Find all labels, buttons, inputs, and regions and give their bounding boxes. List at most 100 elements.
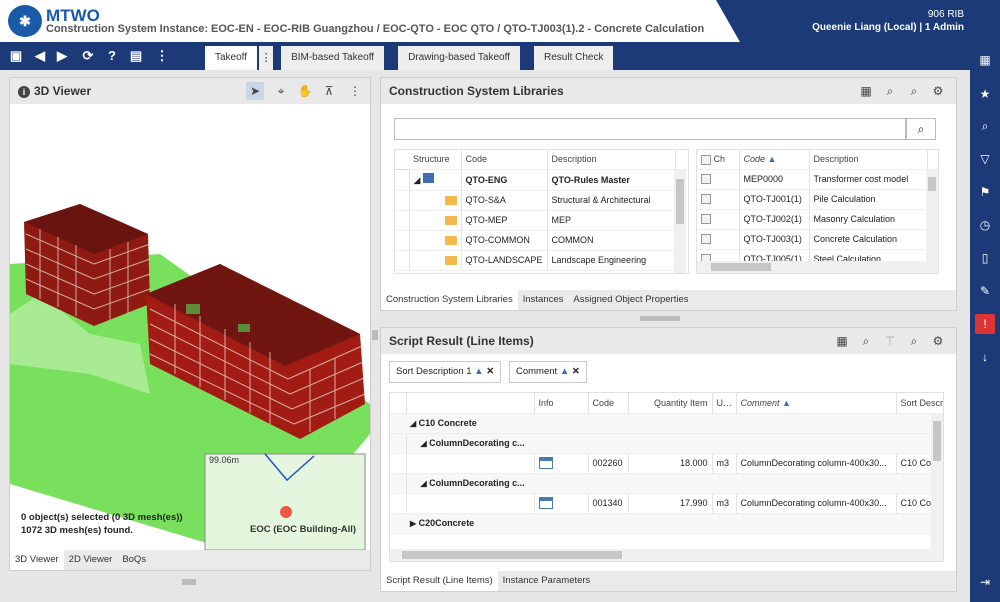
tab-result-check[interactable]: Result Check	[534, 46, 614, 70]
tree-row[interactable]: ◢ QTO-ENG QTO-Rules Master	[395, 169, 676, 191]
search-button[interactable]: ⌕	[906, 118, 936, 140]
tree-row[interactable]: QTO-COMMON COMMON	[395, 230, 676, 251]
tree-row[interactable]: QTO-S&A Structural & Architectural	[395, 190, 676, 211]
item-row[interactable]: MEP0000 Transformer cost model	[697, 169, 928, 190]
col-code[interactable]: Code	[461, 150, 548, 170]
col-comment[interactable]: Comment ▲	[736, 393, 897, 414]
row-checkbox[interactable]	[701, 194, 711, 205]
item-row[interactable]: QTO-TJ002(1) Masonry Calculation	[697, 209, 928, 230]
row-code: QTO-COMMON	[461, 230, 548, 251]
col-code[interactable]: Code	[588, 393, 629, 414]
folder-icon	[444, 236, 457, 246]
clock-icon[interactable]: ◷	[975, 215, 995, 235]
wand-icon[interactable]: ✎	[975, 281, 995, 301]
alert-icon[interactable]: !	[975, 314, 995, 334]
horizontal-splitter-handle[interactable]	[640, 316, 680, 321]
tab-drawing-takeoff[interactable]: Drawing-based Takeoff	[398, 46, 520, 70]
subgroup-row[interactable]: ◢ ColumnDecorating c...	[390, 473, 943, 494]
tab-assigned-properties[interactable]: Assigned Object Properties	[568, 290, 693, 310]
row-desc: Transformer cost model	[809, 169, 928, 190]
viewer-menu-icon[interactable]: ⋮	[346, 82, 364, 100]
layout-icon[interactable]: ▦	[833, 332, 851, 350]
download-icon[interactable]: ↓	[975, 347, 995, 367]
group-chip-comment[interactable]: Comment ▲ ✕	[509, 361, 587, 383]
help-icon[interactable]: ?	[102, 46, 122, 66]
items-vscrollbar[interactable]	[926, 169, 938, 261]
viewer-title-bar: i 3D Viewer	[10, 78, 370, 104]
select-all-checkbox[interactable]	[701, 154, 711, 165]
row-checkbox[interactable]	[701, 214, 711, 225]
quickstart-icon[interactable]: ▦	[975, 50, 995, 70]
col-uom[interactable]: UoM	[712, 393, 737, 414]
tab-takeoff[interactable]: Takeoff	[205, 46, 258, 70]
format-icon[interactable]: ⊤	[881, 332, 899, 350]
col-sort-description[interactable]: Sort Description	[896, 393, 943, 414]
tab-2d-viewer[interactable]: 2D Viewer	[64, 550, 118, 570]
document-icon[interactable]: ▯	[975, 248, 995, 268]
filter-icon[interactable]: ▽	[975, 149, 995, 169]
save-icon[interactable]: ▣	[6, 46, 26, 66]
tab-bim-takeoff[interactable]: BIM-based Takeoff	[281, 46, 385, 70]
group-row[interactable]: ▶ C20Concrete	[390, 513, 943, 534]
vertical-splitter-handle[interactable]	[372, 330, 378, 340]
back-icon[interactable]: ◀	[30, 46, 50, 66]
tab-menu-icon[interactable]: ⋮	[259, 46, 274, 70]
layout-icon[interactable]: ▦	[857, 82, 875, 100]
group-chip-sort[interactable]: Sort Description 1 ▲ ✕	[389, 361, 502, 383]
row-checkbox[interactable]	[701, 174, 711, 185]
gear-icon[interactable]: ⚙	[929, 82, 947, 100]
table-row[interactable]: 001340 17.990 m3 ColumnDecorating column…	[390, 493, 943, 514]
film-icon[interactable]: ▤	[126, 46, 146, 66]
col-code-sorted[interactable]: Code ▲	[739, 150, 810, 170]
table-row[interactable]: 002260 18.000 m3 ColumnDecorating column…	[390, 453, 943, 474]
library-search-input[interactable]	[394, 118, 906, 140]
col-structure[interactable]: Structure	[409, 150, 462, 170]
tab-script-result[interactable]: Script Result (Line Items)	[381, 571, 498, 591]
bottom-splitter-handle[interactable]	[182, 579, 196, 585]
view-search-icon[interactable]: ⌕	[857, 332, 875, 350]
search-icon[interactable]: ⌕	[975, 116, 995, 136]
gear-icon[interactable]: ⚙	[929, 332, 947, 350]
row-uom: m3	[712, 493, 737, 514]
pan-icon[interactable]: ✋	[296, 82, 314, 100]
items-hscrollbar[interactable]	[697, 261, 938, 273]
group-row[interactable]: ◢ C10 Concrete	[390, 413, 943, 434]
refresh-icon[interactable]: ⟳	[78, 46, 98, 66]
search-icon[interactable]: ⌕	[905, 332, 923, 350]
item-row[interactable]: QTO-TJ001(1) Pile Calculation	[697, 189, 928, 210]
row-desc: Concrete Calculation	[809, 229, 928, 250]
tab-3d-viewer[interactable]: 3D Viewer	[10, 550, 64, 570]
pointer-icon[interactable]: ➤	[246, 82, 264, 100]
row-desc: QTO-Rules Master	[547, 169, 676, 191]
line-items-grid: Info Code Quantity Item UoM Comment ▲ So…	[389, 392, 944, 562]
col-info[interactable]: Info	[534, 393, 589, 414]
grid-hscrollbar[interactable]	[390, 549, 943, 561]
row-checkbox[interactable]	[701, 234, 711, 245]
search-icon[interactable]: ⌕	[905, 82, 923, 100]
forward-icon[interactable]: ▶	[52, 46, 72, 66]
user-label[interactable]: Queenie Liang (Local) | 1 Admin	[812, 22, 964, 33]
script-tabs: Script Result (Line Items) Instance Para…	[381, 571, 956, 591]
col-quantity[interactable]: Quantity Item	[628, 393, 713, 414]
col-description[interactable]: Description	[547, 150, 676, 170]
tab-libraries[interactable]: Construction System Libraries	[381, 290, 518, 310]
tree-row[interactable]: QTO-MEP MEP	[395, 210, 676, 231]
model-view[interactable]	[10, 104, 370, 550]
tab-boqs[interactable]: BoQs	[117, 550, 151, 570]
minimap-scale: 99.06m	[209, 455, 240, 465]
favorites-icon[interactable]: ★	[975, 84, 995, 104]
col-description[interactable]: Description	[809, 150, 928, 170]
tab-instance-parameters[interactable]: Instance Parameters	[498, 571, 596, 591]
item-row[interactable]: QTO-TJ003(1) Concrete Calculation	[697, 229, 928, 250]
tree-row[interactable]: QTO-LANDSCAPE Landscape Engineering	[395, 250, 676, 271]
menu-icon[interactable]: ⋮	[152, 46, 172, 66]
tab-instances[interactable]: Instances	[518, 290, 569, 310]
subgroup-row[interactable]: ◢ ColumnDecorating c...	[390, 433, 943, 454]
view-search-icon[interactable]: ⌕	[881, 82, 899, 100]
tree-scrollbar[interactable]	[674, 169, 686, 273]
section-icon[interactable]: ⊼	[320, 82, 338, 100]
grid-vscrollbar[interactable]	[931, 413, 943, 549]
pin-icon[interactable]: ⇥	[975, 572, 995, 592]
marker-icon[interactable]: ⌖	[272, 82, 290, 100]
flag-icon[interactable]: ⚑	[975, 182, 995, 202]
